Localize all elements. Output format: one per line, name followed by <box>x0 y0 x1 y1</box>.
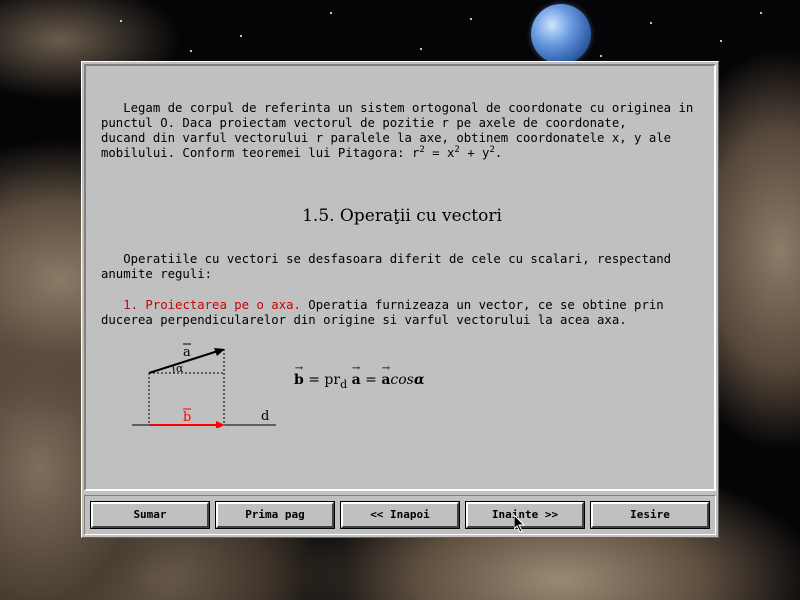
intro-line-4-prefix: mobilului. Conform teoremei lui Pitagora… <box>101 146 420 160</box>
iesire-button[interactable]: Iesire <box>590 501 710 529</box>
formula-sub-d: d <box>340 378 348 391</box>
projection-line-2: ducerea perpendicularelor din origine si… <box>101 313 627 327</box>
formula-cos: cos <box>390 372 414 388</box>
intro-line-4-eq: = x <box>424 146 455 160</box>
lesson-content-panel: Legam de corpul de referinta un sistem o… <box>84 64 716 491</box>
star <box>190 50 192 52</box>
vector-a-label: a <box>183 345 191 360</box>
intro-line-1: Legam de corpul de referinta un sistem o… <box>101 101 694 115</box>
inapoi-button[interactable]: << Inapoi <box>340 501 460 529</box>
formula-eq: = <box>360 372 382 388</box>
navigation-bar: Sumar Prima pag << Inapoi Inainte >> Ies… <box>84 495 716 535</box>
formula-vector-a: a <box>352 372 361 388</box>
projection-line-1: Operatia furnizeaza un vector, ce se obt… <box>300 298 664 312</box>
projection-title: 1. Proiectarea pe o axa. <box>101 298 301 312</box>
sumar-button[interactable]: Sumar <box>90 501 210 529</box>
earth-planet <box>531 4 591 64</box>
prima-pag-button[interactable]: Prima pag <box>215 501 335 529</box>
intro-line-3: ducand din varful vectorului r paralele … <box>101 131 672 145</box>
projection-diagram: a α b d <box>132 343 276 428</box>
star <box>420 48 422 50</box>
star <box>600 55 602 57</box>
formula-eq-pr: = pr <box>303 372 341 388</box>
operations-line-2: anumite reguli: <box>101 267 213 281</box>
formula-vector-a-2: a <box>381 372 390 388</box>
vector-a-arrowhead <box>214 348 225 356</box>
intro-line-2: punctul O. Daca proiectam vectorul de po… <box>101 116 627 130</box>
mouse-pointer-icon <box>514 515 526 533</box>
intro-line-4-end: . <box>494 146 503 160</box>
projection-paragraph: 1. Proiectarea pe o axa. Operatia furniz… <box>101 298 706 328</box>
intro-line-4-plus: + y <box>459 146 490 160</box>
star <box>650 22 652 24</box>
axis-d-label: d <box>261 409 269 424</box>
star <box>760 12 762 14</box>
star <box>330 12 332 14</box>
star <box>470 18 472 20</box>
formula-alpha: α <box>413 372 425 388</box>
operations-line-1: Operatiile cu vectori se desfasoara dife… <box>101 252 672 266</box>
section-heading: 1.5. Operaţii cu vectori <box>302 206 502 226</box>
star <box>240 35 242 37</box>
angle-alpha-label: α <box>176 362 184 375</box>
star <box>120 20 122 22</box>
projection-formula: b = prd a = acosα <box>294 372 425 391</box>
star <box>720 40 722 42</box>
intro-paragraph: Legam de corpul de referinta un sistem o… <box>101 101 706 161</box>
vector-b-label: b <box>183 410 191 425</box>
operations-paragraph: Operatiile cu vectori se desfasoara dife… <box>101 252 706 282</box>
formula-vector-b: b <box>294 372 304 388</box>
lesson-window: Legam de corpul de referinta un sistem o… <box>81 61 719 538</box>
angle-arc <box>172 365 175 374</box>
